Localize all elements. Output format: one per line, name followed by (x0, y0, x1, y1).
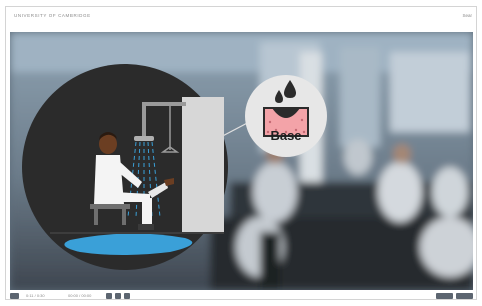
base-label: Base (270, 128, 302, 143)
play-button[interactable] (10, 293, 19, 299)
video-scene (10, 32, 473, 290)
video-player-frame: UNIVERSITY OF CAMBRIDGE Sear Base 0:11 /… (5, 6, 477, 300)
search-link[interactable]: Sear (462, 13, 472, 18)
safety-shower-illustration (22, 64, 228, 270)
player-controls: 0:11 / 0:30 00:00 / 00:00 (6, 292, 476, 300)
settings-button[interactable] (436, 293, 453, 299)
institution-brand[interactable]: UNIVERSITY OF CAMBRIDGE (14, 13, 91, 18)
volume-button[interactable] (124, 293, 130, 299)
captions-button[interactable] (115, 293, 121, 299)
base-callout (245, 75, 327, 157)
duration-display: 00:00 / 00:00 (68, 293, 92, 298)
fullscreen-button[interactable] (456, 293, 473, 299)
top-bar: UNIVERSITY OF CAMBRIDGE Sear (6, 7, 476, 27)
video-frame[interactable]: Base (10, 32, 473, 290)
rewind-button[interactable] (106, 293, 112, 299)
time-display: 0:11 / 0:30 (26, 293, 45, 298)
